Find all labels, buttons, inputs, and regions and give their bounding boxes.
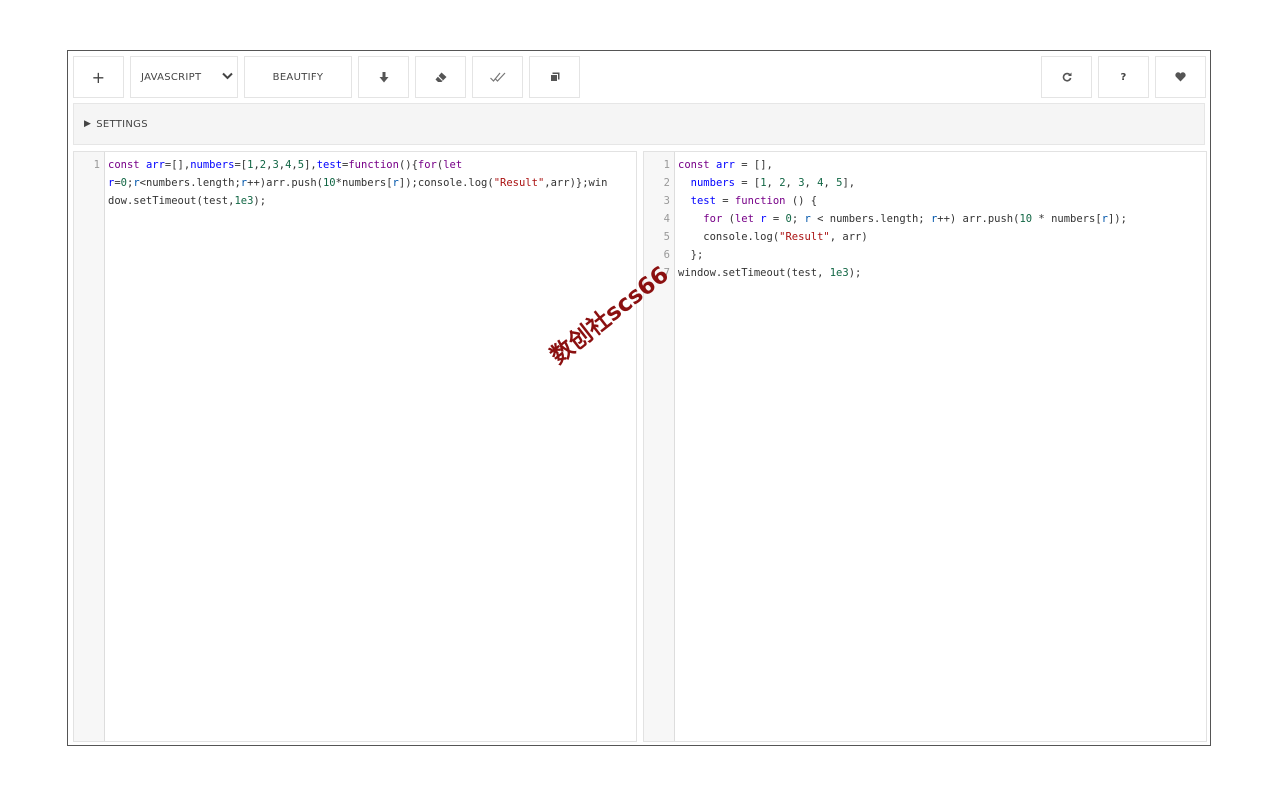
code-line: const arr=[],numbers=[1,2,3,4,5],test=fu… — [108, 159, 463, 171]
clear-button[interactable] — [415, 56, 466, 98]
refresh-icon — [1062, 72, 1072, 82]
refresh-button[interactable] — [1041, 56, 1092, 98]
code-line: numbers = [1, 2, 3, 4, 5], — [690, 177, 856, 189]
code-line: for (let r = 0; r < numbers.length; r++)… — [703, 213, 1127, 225]
output-code[interactable]: const arr = [], numbers = [1, 2, 3, 4, 5… — [678, 156, 1202, 282]
line-number: 3 — [663, 195, 670, 207]
favorite-button[interactable] — [1155, 56, 1206, 98]
validate-button[interactable] — [472, 56, 523, 98]
double-check-icon — [489, 72, 506, 82]
line-number: 1 — [93, 159, 100, 171]
line-number: 4 — [663, 213, 670, 225]
language-select[interactable]: JAVASCRIPT — [130, 56, 238, 98]
code-line: dow.setTimeout(test,1e3); — [108, 195, 267, 207]
output-gutter: 1 2 3 4 5 6 7 — [644, 152, 675, 741]
code-line: window.setTimeout(test, 1e3); — [678, 267, 862, 279]
plus-icon: + — [91, 67, 106, 87]
output-editor[interactable]: 1 2 3 4 5 6 7 const arr = [], numbers = … — [643, 151, 1207, 742]
copy-icon — [549, 72, 560, 82]
code-line: console.log("Result", arr) — [678, 231, 868, 243]
chevron-down-icon — [222, 72, 233, 80]
settings-toggle[interactable]: ▶ SETTINGS — [73, 103, 1205, 145]
heart-icon — [1175, 72, 1186, 82]
line-number: 1 — [663, 159, 670, 171]
line-number: 6 — [663, 249, 670, 261]
input-gutter: 1 — [74, 152, 105, 741]
line-number: 5 — [663, 231, 670, 243]
input-editor[interactable]: 1 const arr=[],numbers=[1,2,3,4,5],test=… — [73, 151, 637, 742]
eraser-icon — [435, 72, 447, 83]
caret-right-icon: ▶ — [84, 119, 92, 129]
beautify-label: BEAUTIFY — [272, 71, 324, 83]
download-arrow-icon — [379, 71, 389, 83]
line-number: 2 — [663, 177, 670, 189]
add-button[interactable]: + — [73, 56, 124, 98]
copy-button[interactable] — [529, 56, 580, 98]
code-line: test = function () { — [690, 195, 818, 207]
help-icon: ? — [1120, 71, 1127, 83]
settings-label: SETTINGS — [96, 118, 148, 130]
input-code[interactable]: const arr=[],numbers=[1,2,3,4,5],test=fu… — [108, 156, 632, 210]
toolbar: + JAVASCRIPT BEAUTIFY ? — [73, 56, 1206, 98]
beautify-button[interactable]: BEAUTIFY — [244, 56, 352, 98]
code-line: r=0;r<numbers.length;r++)arr.push(10*num… — [108, 177, 608, 189]
code-line: const arr = [], — [678, 159, 773, 171]
download-button[interactable] — [358, 56, 409, 98]
beautifier-app: + JAVASCRIPT BEAUTIFY ? ▶ SETTINGS 1 con… — [67, 50, 1211, 746]
code-line: }; — [678, 249, 704, 261]
help-button[interactable]: ? — [1098, 56, 1149, 98]
language-select-value: JAVASCRIPT — [141, 71, 202, 83]
